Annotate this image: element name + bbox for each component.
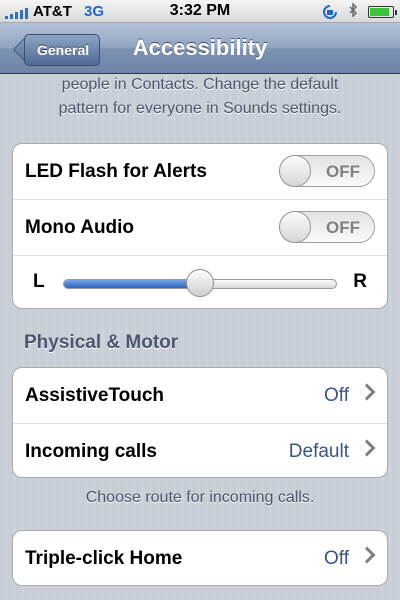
balance-slider-fill bbox=[64, 280, 200, 288]
toggle-state-text: OFF bbox=[326, 162, 360, 181]
navigation-bar: General Accessibility bbox=[0, 23, 400, 74]
triple-click-value: Off bbox=[324, 547, 349, 569]
assistive-touch-row[interactable]: AssistiveTouch Off bbox=[13, 368, 387, 424]
balance-slider-row: L R bbox=[13, 256, 387, 308]
triple-click-row[interactable]: Triple-click Home Off bbox=[13, 531, 387, 585]
toggle-knob bbox=[279, 211, 311, 243]
chevron-right-icon bbox=[358, 546, 376, 564]
chevron-right-icon bbox=[358, 383, 376, 401]
balance-slider-track[interactable] bbox=[63, 269, 337, 297]
balance-left-label: L bbox=[33, 271, 45, 292]
contacts-footer-line1: people in Contacts. Change the default bbox=[61, 76, 339, 93]
incoming-calls-row[interactable]: Incoming calls Default bbox=[13, 424, 387, 477]
led-flash-row: LED Flash for Alerts OFF bbox=[13, 144, 387, 200]
triple-click-label: Triple-click Home bbox=[25, 547, 183, 569]
rotation-lock-icon bbox=[322, 4, 338, 19]
audio-settings-group: LED Flash for Alerts OFF Mono Audio OFF … bbox=[12, 143, 388, 309]
physical-motor-header: Physical & Motor bbox=[24, 332, 179, 353]
bluetooth-icon bbox=[348, 2, 358, 20]
toggle-knob bbox=[279, 155, 311, 187]
led-flash-label: LED Flash for Alerts bbox=[25, 160, 207, 182]
mono-audio-toggle[interactable]: OFF bbox=[279, 211, 375, 243]
incoming-calls-value: Default bbox=[288, 440, 349, 462]
incoming-calls-footer: Choose route for incoming calls. bbox=[85, 489, 315, 506]
led-flash-toggle[interactable]: OFF bbox=[279, 155, 375, 187]
chevron-right-icon bbox=[358, 439, 376, 457]
balance-slider-thumb[interactable] bbox=[186, 269, 214, 297]
mono-audio-row: Mono Audio OFF bbox=[13, 200, 387, 256]
back-button-general[interactable]: General bbox=[24, 34, 101, 66]
contacts-footer-line2: pattern for everyone in Sounds settings. bbox=[58, 100, 342, 117]
toggle-state-text: OFF bbox=[326, 218, 360, 237]
assistive-touch-value: Off bbox=[324, 384, 349, 406]
settings-scroll-area[interactable]: people in Contacts. Change the default p… bbox=[0, 73, 400, 600]
mono-audio-label: Mono Audio bbox=[25, 216, 135, 238]
battery-icon bbox=[368, 5, 397, 18]
status-bar: AT&T 3G 3:32 PM bbox=[0, 0, 400, 23]
triple-click-group: Triple-click Home Off bbox=[12, 530, 388, 586]
incoming-calls-label: Incoming calls bbox=[25, 440, 157, 462]
assistive-touch-label: AssistiveTouch bbox=[25, 384, 165, 406]
balance-right-label: R bbox=[353, 271, 367, 292]
physical-motor-group: AssistiveTouch Off Incoming calls Defaul… bbox=[12, 367, 388, 478]
